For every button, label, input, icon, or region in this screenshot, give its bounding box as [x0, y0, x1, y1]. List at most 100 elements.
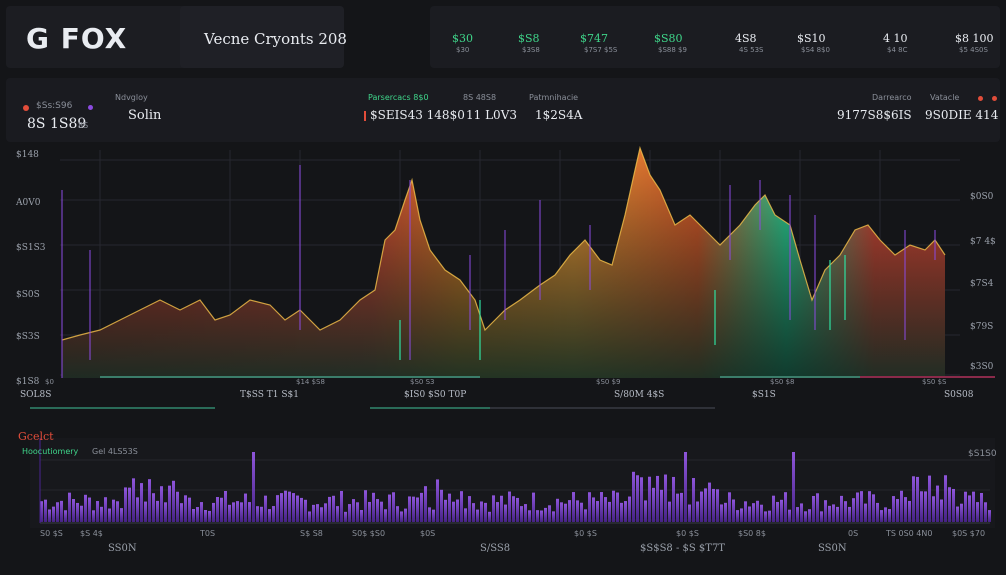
volume-bar — [492, 495, 495, 522]
volume-bar — [236, 501, 239, 522]
stat3-label: Patmnihacie — [529, 93, 579, 102]
volume-bar — [652, 487, 655, 522]
volume-bar — [224, 490, 227, 522]
volume-bar — [900, 490, 903, 522]
timeframe-label[interactable]: T$SS T1 S$1 — [240, 390, 299, 400]
ticker-value[interactable]: $30 — [452, 32, 473, 45]
volume-bar — [120, 508, 123, 522]
ticker-value[interactable]: 4 10 — [883, 32, 908, 45]
volume-bar — [448, 493, 451, 522]
volume-bar — [688, 504, 691, 522]
y-axis-label-right: $79S — [970, 322, 994, 332]
ticker-bar — [430, 6, 1000, 68]
volume-bar — [380, 501, 383, 522]
volume-bar — [788, 509, 791, 522]
volume-bar — [880, 510, 883, 522]
volume-bar — [500, 495, 503, 522]
volume-bar — [228, 504, 231, 522]
volume-bar — [744, 501, 747, 522]
volume-bar — [480, 501, 483, 522]
volume-bar — [824, 500, 827, 522]
timeframe-label[interactable]: $S1S — [752, 390, 776, 400]
volume-bottom-label: SS0N — [108, 543, 137, 554]
ticker-value[interactable]: 4S8 — [735, 32, 757, 45]
app-logo[interactable]: G FOX — [26, 22, 127, 55]
volume-bar — [684, 452, 687, 522]
pair-value[interactable]: Solin — [128, 108, 161, 123]
x-axis-label: $0 — [45, 378, 54, 386]
volume-bar — [320, 507, 323, 522]
volume-bar — [888, 509, 891, 522]
volume-x-label: S0 $S — [40, 529, 63, 538]
volume-bar — [488, 511, 491, 522]
y-axis-label-right: $0S0 — [970, 192, 994, 202]
volume-bar — [316, 504, 319, 522]
volume-bar — [452, 501, 455, 522]
volume-bar — [796, 507, 799, 522]
x-axis-label: $S0 $S — [922, 378, 947, 386]
volume-bar — [856, 492, 859, 522]
volume-bar — [596, 501, 599, 522]
volume-bar — [972, 491, 975, 522]
timeframe-label[interactable]: $IS0 $S0 T0P — [404, 390, 466, 400]
timeframe-label[interactable]: S/80M 4$S — [614, 390, 664, 400]
volume-bar — [624, 501, 627, 522]
volume-bar — [356, 502, 359, 522]
volume-bar — [520, 506, 523, 522]
alert-dot-icon — [978, 96, 983, 101]
volume-bar — [844, 501, 847, 522]
volume-bar — [804, 511, 807, 522]
volume-bar — [612, 490, 615, 522]
volume-bar — [976, 502, 979, 522]
volume-bar — [276, 495, 279, 522]
volume-bar — [892, 496, 895, 522]
timeframe-label[interactable]: SOL8S — [20, 390, 51, 400]
volume-bar — [676, 493, 679, 522]
volume-bar — [724, 502, 727, 522]
y-axis-label-left: $148 — [16, 150, 39, 160]
volume-bar — [384, 509, 387, 522]
volume-bar — [904, 497, 907, 522]
volume-bar — [536, 510, 539, 522]
volume-bar — [68, 492, 71, 522]
volume-bar — [268, 509, 271, 522]
right1-label: Darrearco — [872, 93, 912, 102]
volume-bar — [840, 495, 843, 522]
volume-bar — [588, 492, 591, 522]
volume-bar — [44, 499, 47, 522]
volume-bar — [168, 485, 171, 522]
ticker-value[interactable]: $S80 — [654, 32, 683, 45]
ticker-value[interactable]: $8 100 — [955, 32, 994, 45]
volume-bar — [292, 493, 295, 522]
volume-bar — [628, 496, 631, 522]
volume-bar — [328, 496, 331, 522]
ticker-value[interactable]: $747 — [580, 32, 608, 45]
volume-bar — [920, 491, 923, 522]
volume-bar — [716, 489, 719, 522]
volume-bar — [364, 490, 367, 522]
summary-left-unit: 8S — [78, 121, 89, 130]
volume-bar — [100, 506, 103, 522]
y-axis-label-right: $7S4 — [970, 279, 994, 289]
y-axis-label-left: $S0S — [16, 290, 40, 300]
volume-bar — [460, 491, 463, 522]
purple-status-dot-icon — [88, 105, 93, 110]
volume-bar — [484, 502, 487, 522]
volume-bar — [528, 510, 531, 522]
volume-subtitle-left: Hoocutiomery — [22, 447, 79, 456]
ticker-value[interactable]: $S8 — [518, 32, 540, 45]
ticker-label: $5 4S0S — [959, 46, 988, 54]
volume-bar — [984, 502, 987, 522]
red-status-dot-icon — [23, 105, 29, 111]
volume-bar — [132, 478, 135, 522]
volume-bar — [516, 497, 519, 522]
timeframe-label[interactable]: S0S08 — [944, 390, 974, 400]
ticker-value[interactable]: $S10 — [797, 32, 826, 45]
volume-bar — [284, 490, 287, 522]
volume-bar — [456, 499, 459, 522]
ticker-label: $7S7 $5S — [584, 46, 618, 54]
volume-bar — [476, 509, 479, 522]
volume-bar — [912, 476, 915, 522]
volume-bar — [636, 475, 639, 522]
volume-bar — [584, 509, 587, 522]
